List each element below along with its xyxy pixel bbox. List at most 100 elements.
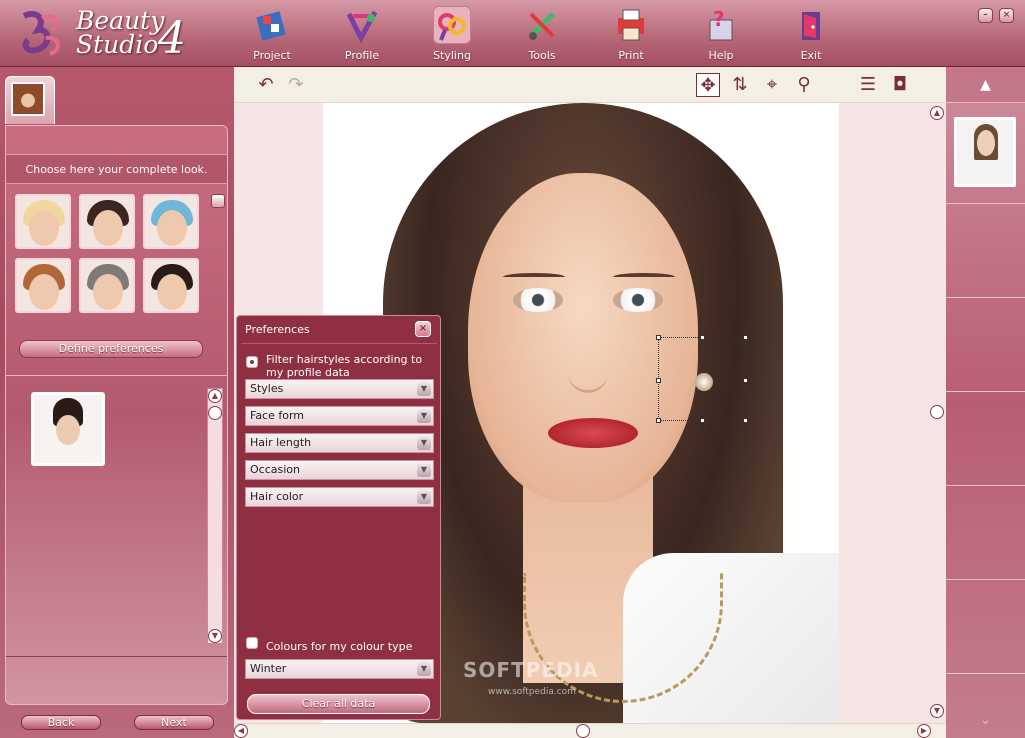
dropdown-value: Occasion: [250, 463, 300, 476]
canvas-scroll-down-icon[interactable]: ▼: [930, 704, 944, 718]
canvas-hscroll-thumb[interactable]: [576, 724, 590, 738]
nav-exit-label: Exit: [800, 49, 822, 62]
face-shape: [29, 274, 59, 310]
look-heading: Choose here your complete look.: [6, 154, 227, 184]
filter-hairstyles-label: Filter hairstyles according to my profil…: [266, 353, 423, 379]
watermark-url: www.softpedia.com: [488, 687, 576, 697]
face-shape: [157, 210, 187, 246]
beauty-studio-window: Beauty Studio 4 Project Profile Styling …: [0, 0, 1025, 738]
top-menu-bar: Beauty Studio 4 Project Profile Styling …: [0, 0, 1025, 67]
face-form-dropdown[interactable]: Face form ▼: [245, 406, 434, 426]
minimize-button[interactable]: –: [978, 8, 993, 23]
canvas-vscroll-thumb[interactable]: [930, 405, 944, 419]
preferences-close-icon[interactable]: ×: [415, 321, 431, 337]
next-button[interactable]: Next: [134, 715, 214, 730]
styling-icon: [433, 6, 471, 44]
back-button[interactable]: Back: [21, 715, 101, 730]
clear-all-data-button[interactable]: Clear all data: [247, 694, 430, 714]
dropdown-value: Face form: [250, 409, 305, 422]
nav-exit-button[interactable]: Exit: [775, 4, 847, 64]
project-icon: [256, 11, 286, 41]
styles-dropdown[interactable]: Styles ▼: [245, 379, 434, 399]
face-shape: [56, 415, 80, 445]
zoom-icon[interactable]: ⚲: [792, 73, 816, 97]
define-preferences-button[interactable]: Define preferences: [19, 340, 203, 358]
preferences-title: Preferences: [245, 323, 310, 336]
nav-help-label: Help: [708, 49, 734, 62]
divider: [946, 485, 1025, 486]
resize-handle[interactable]: [743, 418, 748, 423]
resize-handle[interactable]: [743, 378, 748, 383]
divider: [946, 297, 1025, 298]
app-logo: Beauty Studio 4: [16, 6, 216, 64]
scroll-up-icon[interactable]: ▲: [208, 389, 222, 403]
close-window-button[interactable]: ×: [999, 8, 1014, 23]
look-thumbnail[interactable]: [15, 258, 71, 313]
canvas-hscrollbar[interactable]: ◀ ▶: [234, 723, 946, 738]
saved-looks-scrollbar[interactable]: ▲ ▼: [207, 388, 223, 644]
look-thumbnail[interactable]: [143, 194, 199, 249]
resize-handle[interactable]: [656, 378, 661, 383]
dropdown-value: Hair color: [250, 490, 304, 503]
nav-project-label: Project: [253, 49, 291, 62]
thumbnail-scroll-up-icon[interactable]: ▲: [946, 67, 1025, 103]
look-chooser-box: Choose here your complete look. Define p…: [5, 125, 228, 705]
face-shape: [93, 274, 123, 310]
scroll-right-icon[interactable]: ▶: [917, 724, 931, 738]
look-tab[interactable]: [5, 76, 55, 124]
colour-type-label: Colours for my colour type: [266, 640, 413, 653]
thumbnail-scroll-down-icon[interactable]: ⌄: [946, 702, 1025, 738]
colour-type-checkbox[interactable]: [246, 637, 258, 649]
look-thumbnail[interactable]: [79, 194, 135, 249]
redo-icon[interactable]: ↷: [284, 73, 308, 97]
camera-icon[interactable]: ◘: [888, 73, 912, 97]
occasion-dropdown[interactable]: Occasion ▼: [245, 460, 434, 480]
hair-color-dropdown[interactable]: Hair color ▼: [245, 487, 434, 507]
nav-profile-button[interactable]: Profile: [326, 4, 398, 64]
scroll-down-icon[interactable]: ▼: [208, 629, 222, 643]
look-scroll-button[interactable]: [211, 194, 225, 208]
menu-icon[interactable]: ☰: [856, 73, 880, 97]
right-panel: ▲ ⌄: [946, 67, 1025, 738]
resize-handle[interactable]: [656, 335, 661, 340]
divider: [946, 203, 1025, 204]
divider: [946, 673, 1025, 674]
nav-tools-label: Tools: [528, 49, 556, 62]
undo-icon[interactable]: ↶: [254, 73, 278, 97]
look-thumbnail[interactable]: [143, 258, 199, 313]
colour-type-dropdown[interactable]: Winter ▼: [245, 659, 434, 679]
scroll-thumb[interactable]: [208, 406, 222, 420]
exit-icon: [802, 12, 820, 40]
nav-styling-label: Styling: [433, 49, 471, 62]
tools-icon: [529, 12, 555, 40]
nav-print-button[interactable]: Print: [595, 4, 667, 64]
resize-handle[interactable]: [700, 418, 705, 423]
selection-box[interactable]: [656, 335, 748, 423]
saved-look-thumbnail[interactable]: [31, 392, 105, 466]
rotate-icon[interactable]: ⇅: [728, 73, 752, 97]
current-model-thumbnail[interactable]: [954, 117, 1016, 187]
scroll-left-icon[interactable]: ◀: [234, 724, 248, 738]
print-icon: [618, 9, 644, 41]
resize-handle[interactable]: [656, 418, 661, 423]
dropdown-value: Hair length: [250, 436, 312, 449]
nav-help-button[interactable]: ? Help: [685, 4, 757, 64]
face-shape: [157, 274, 187, 310]
divider: [6, 656, 227, 657]
chevron-down-icon: ▼: [417, 382, 431, 396]
nav-tools-button[interactable]: Tools: [506, 4, 578, 64]
nav-project-button[interactable]: Project: [236, 4, 308, 64]
canvas-scroll-up-icon[interactable]: ▲: [930, 106, 944, 120]
resize-handle[interactable]: [743, 335, 748, 340]
look-thumbnail[interactable]: [15, 194, 71, 249]
look-thumbnail[interactable]: [79, 258, 135, 313]
look-tab-thumbnail: [11, 82, 45, 116]
resize-handle[interactable]: [700, 335, 705, 340]
lips-shape: [548, 418, 638, 448]
hair-length-dropdown[interactable]: Hair length ▼: [245, 433, 434, 453]
target-icon[interactable]: ⌖: [760, 73, 784, 97]
chevron-down-icon: ▼: [417, 662, 431, 676]
move-icon[interactable]: ✥: [696, 73, 720, 97]
filter-hairstyles-checkbox[interactable]: [246, 356, 258, 368]
nav-styling-button[interactable]: Styling: [416, 4, 488, 64]
